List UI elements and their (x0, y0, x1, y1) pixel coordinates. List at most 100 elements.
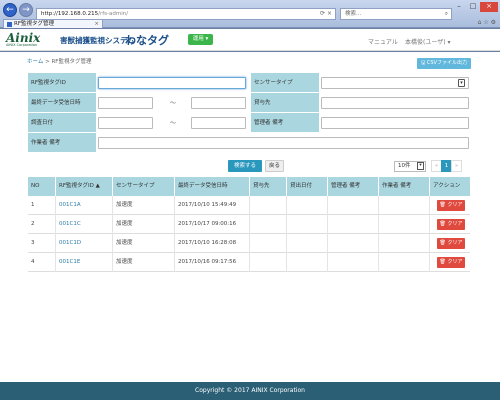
table-header: NO RF監視タグID ▲ センサータイプ 最終データ受信日時 貸与先 貸出日付… (28, 177, 470, 196)
forward-icon[interactable]: → (19, 3, 33, 17)
sensor-type-label: センサータイプ (251, 73, 319, 93)
browser-tab[interactable]: RF監視タグ管理 × (3, 19, 103, 28)
cell-tag-id[interactable]: 001C1C (56, 215, 113, 234)
cell-worker-note (379, 215, 430, 234)
cell-tag-id[interactable]: 001C1D (56, 234, 113, 253)
cell-no: 2 (28, 215, 56, 234)
manager-note-label: 管理者 備考 (251, 113, 319, 133)
checked-date-from-input[interactable] (98, 117, 153, 129)
manager-note-input[interactable] (321, 117, 469, 129)
table-row: 1 001C1A 加速度 2017/10/10 15:49:49 🗑 クリア (28, 196, 470, 215)
csv-export-button[interactable]: 🖫 CSVファイル出力 (417, 58, 471, 69)
col-no: NO (28, 177, 56, 196)
cell-last-data: 2017/10/17 09:00:16 (175, 215, 250, 234)
window-controls: – □ × (452, 2, 498, 12)
checked-date-to-input[interactable] (191, 117, 246, 129)
user-menu[interactable]: 本橋俊(ユーザ) ▾ (405, 37, 450, 46)
app-header: Ainix AINIX Corporation 害獣捕獲監視システム わなタグ … (0, 29, 500, 51)
cell-last-data: 2017/10/10 16:28:08 (175, 234, 250, 253)
tag-id-label: RF監視タグID (28, 73, 96, 93)
maximize-icon[interactable]: □ (466, 2, 480, 12)
col-manager-note[interactable]: 管理者 備考 (328, 177, 379, 196)
cell-worker-note (379, 196, 430, 215)
operations-menu-button[interactable]: 運用 ▾ (188, 34, 213, 45)
pagination: « 1 » (431, 160, 462, 172)
col-tag-id[interactable]: RF監視タグID ▲ (56, 177, 113, 196)
col-last-data[interactable]: 最終データ受信日時 (175, 177, 250, 196)
cell-lend-date (287, 196, 328, 215)
cell-last-data: 2017/10/16 09:17:56 (175, 253, 250, 272)
clear-button[interactable]: 🗑 クリア (437, 219, 465, 230)
pager-next[interactable]: » (451, 160, 462, 172)
clear-button[interactable]: 🗑 クリア (437, 238, 465, 249)
sensor-type-select[interactable]: ▾ (321, 77, 469, 89)
close-icon[interactable]: × (480, 2, 498, 12)
form-row-4: 作業者 備考 (28, 133, 470, 153)
cell-worker-note (379, 253, 430, 272)
cell-worker-note (379, 234, 430, 253)
refresh-icon[interactable]: ⟳ × (320, 9, 332, 19)
per-page-value: 10件 (398, 163, 411, 169)
lender-input[interactable] (321, 97, 469, 109)
cell-lend-date (287, 215, 328, 234)
cell-no: 3 (28, 234, 56, 253)
cell-sensor-type: 加速度 (113, 196, 175, 215)
cell-manager-note (328, 234, 379, 253)
table-row: 2 001C1C 加速度 2017/10/17 09:00:16 🗑 クリア (28, 215, 470, 234)
cell-manager-note (328, 196, 379, 215)
system-name: 害獣捕獲監視システム (60, 36, 135, 45)
search-icon[interactable]: ⌕ (445, 9, 448, 19)
logo-subtitle: AINIX Corporation (6, 43, 38, 47)
cell-manager-note (328, 253, 379, 272)
tag-id-input[interactable] (98, 77, 246, 89)
manual-link[interactable]: マニュアル (368, 37, 398, 46)
chevron-down-icon: ▾ (417, 162, 424, 170)
last-data-from-input[interactable] (98, 97, 153, 109)
clear-button[interactable]: 🗑 クリア (437, 257, 465, 268)
per-page-select[interactable]: 10件 ▾ (394, 161, 426, 172)
tab-close-icon[interactable]: × (94, 20, 99, 28)
breadcrumb-home[interactable]: ホーム (27, 59, 43, 65)
cell-sensor-type: 加速度 (113, 215, 175, 234)
minimize-icon[interactable]: – (452, 2, 466, 12)
back-icon[interactable]: ← (3, 3, 17, 17)
cell-no: 4 (28, 253, 56, 272)
cell-manager-note (328, 215, 379, 234)
product-name: わなタグ (125, 34, 169, 47)
cell-no: 1 (28, 196, 56, 215)
browser-tools-icons[interactable]: ⌂ ☆ ⚙ (478, 19, 496, 26)
search-button[interactable]: 検索する (228, 160, 262, 172)
col-lender[interactable]: 貸与先 (250, 177, 287, 196)
table-row: 4 001C1E 加速度 2017/10/16 09:17:56 🗑 クリア (28, 253, 470, 272)
search-form: RF監視タグID センサータイプ ▾ 最終データ受信日時 ～ 貸与先 調査日付 … (28, 73, 470, 155)
address-url: http://192.168.0.215 (41, 11, 99, 17)
last-data-to-input[interactable] (191, 97, 246, 109)
cell-lend-date (287, 253, 328, 272)
clear-button[interactable]: 🗑 クリア (437, 200, 465, 211)
breadcrumb-current: RF監視タグ管理 (51, 59, 92, 65)
browser-search-placeholder: 検索... (345, 11, 362, 17)
breadcrumb: ホーム > RF監視タグ管理 (27, 57, 91, 65)
form-row-3: 調査日付 ～ 管理者 備考 (28, 113, 470, 133)
form-row-1: RF監視タグID センサータイプ ▾ (28, 73, 470, 93)
checked-date-label: 調査日付 (28, 113, 96, 133)
lender-label: 貸与先 (251, 93, 319, 113)
main-content: ホーム > RF監視タグ管理 🖫 CSVファイル出力 RF監視タグID センサー… (0, 52, 500, 382)
cell-lender (250, 215, 287, 234)
cell-sensor-type: 加速度 (113, 253, 175, 272)
worker-note-input[interactable] (98, 137, 469, 149)
cell-tag-id[interactable]: 001C1A (56, 196, 113, 215)
favicon-icon (7, 22, 12, 27)
range-tilde: ～ (170, 100, 177, 107)
footer: Copyright © 2017 AINIX Corporation (0, 382, 500, 400)
col-sensor-type[interactable]: センサータイプ (113, 177, 175, 196)
back-button[interactable]: 戻る (265, 160, 284, 172)
tab-title: RF監視タグ管理 (14, 21, 54, 27)
cell-tag-id[interactable]: 001C1E (56, 253, 113, 272)
col-worker-note[interactable]: 作業者 備考 (379, 177, 430, 196)
form-row-2: 最終データ受信日時 ～ 貸与先 (28, 93, 470, 113)
browser-search-input[interactable]: 検索... ⌕ (340, 8, 452, 20)
cell-lend-date (287, 234, 328, 253)
col-lend-date[interactable]: 貸出日付 (287, 177, 328, 196)
cell-lender (250, 196, 287, 215)
